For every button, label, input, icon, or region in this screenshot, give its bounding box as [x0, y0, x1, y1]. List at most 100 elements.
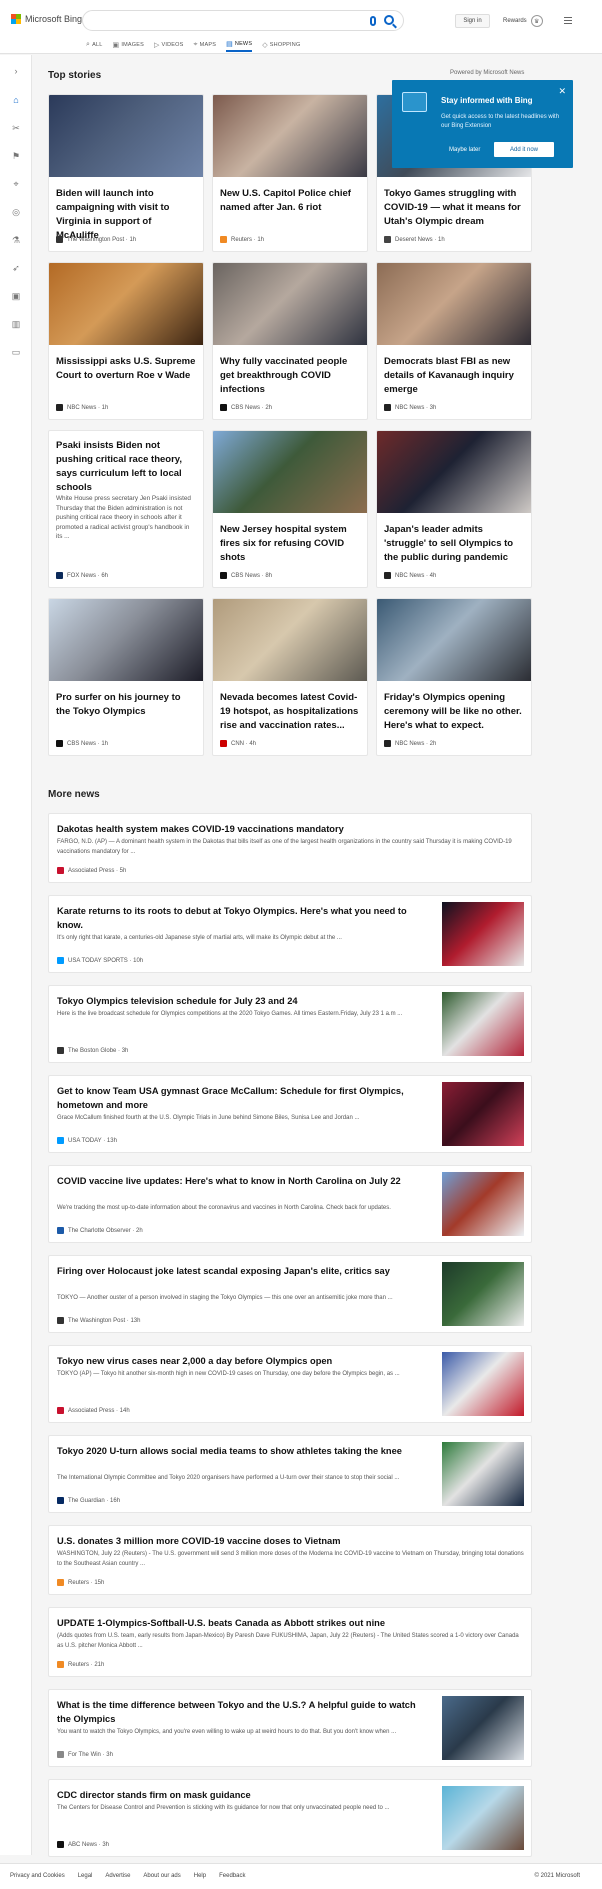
news-title[interactable]: Dakotas health system makes COVID-19 vac…: [57, 822, 525, 836]
news-item[interactable]: CDC director stands firm on mask guidanc…: [48, 1779, 532, 1857]
entertainment-icon[interactable]: ▣: [10, 290, 22, 302]
news-item[interactable]: Get to know Team USA gymnast Grace McCal…: [48, 1075, 532, 1153]
news-title[interactable]: CDC director stands firm on mask guidanc…: [57, 1788, 417, 1802]
help-link[interactable]: Help: [194, 1873, 206, 1879]
feedback-link[interactable]: Feedback: [219, 1873, 245, 1879]
news-thumbnail[interactable]: [442, 1352, 524, 1416]
story-card[interactable]: Democrats blast FBI as new details of Ka…: [376, 262, 532, 420]
news-title[interactable]: Firing over Holocaust joke latest scanda…: [57, 1264, 417, 1278]
news-item[interactable]: Karate returns to its roots to debut at …: [48, 895, 532, 973]
microphone-icon[interactable]: [370, 16, 376, 26]
news-thumbnail[interactable]: [442, 1262, 524, 1326]
story-title[interactable]: Friday's Olympics opening ceremony will …: [384, 691, 524, 733]
location-icon[interactable]: ⌖: [10, 178, 22, 190]
story-image[interactable]: [377, 431, 531, 513]
news-item[interactable]: UPDATE 1-Olympics-Softball-U.S. beats Ca…: [48, 1607, 532, 1677]
story-image[interactable]: [49, 95, 203, 177]
story-card[interactable]: Psaki insists Biden not pushing critical…: [48, 430, 204, 588]
home-icon[interactable]: ⌂: [10, 94, 22, 106]
news-item[interactable]: What is the time difference between Toky…: [48, 1689, 532, 1767]
story-title[interactable]: New U.S. Capitol Police chief named afte…: [220, 187, 360, 215]
news-item[interactable]: U.S. donates 3 million more COVID-19 vac…: [48, 1525, 532, 1595]
story-title[interactable]: Why fully vaccinated people get breakthr…: [220, 355, 360, 397]
story-image[interactable]: [377, 599, 531, 681]
story-title[interactable]: Pro surfer on his journey to the Tokyo O…: [56, 691, 196, 719]
sports-icon[interactable]: ✂: [10, 122, 22, 134]
news-thumbnail[interactable]: [442, 992, 524, 1056]
hamburger-menu-icon[interactable]: [564, 17, 572, 24]
story-image[interactable]: [213, 431, 367, 513]
news-item[interactable]: Dakotas health system makes COVID-19 vac…: [48, 813, 532, 883]
news-title[interactable]: Tokyo Olympics television schedule for J…: [57, 994, 417, 1008]
story-title[interactable]: Tokyo Games struggling with COVID-19 — w…: [384, 187, 524, 229]
globe-icon[interactable]: ◎: [10, 206, 22, 218]
tab-maps[interactable]: ⌖ MAPS: [194, 38, 217, 52]
story-image[interactable]: [49, 599, 203, 681]
rocket-icon[interactable]: ➶: [10, 262, 22, 274]
story-title[interactable]: Democrats blast FBI as new details of Ka…: [384, 355, 524, 397]
story-title[interactable]: Psaki insists Biden not pushing critical…: [56, 439, 196, 495]
story-title[interactable]: Mississippi asks U.S. Supreme Court to o…: [56, 355, 196, 383]
tab-images[interactable]: ▣ IMAGES: [113, 38, 144, 52]
news-thumbnail[interactable]: [442, 1786, 524, 1850]
news-item[interactable]: Tokyo new virus cases near 2,000 a day b…: [48, 1345, 532, 1423]
story-image[interactable]: [213, 95, 367, 177]
story-card[interactable]: Why fully vaccinated people get breakthr…: [212, 262, 368, 420]
search-input[interactable]: [82, 10, 404, 31]
rewards-button[interactable]: Rewards ♛: [503, 14, 543, 28]
news-thumbnail[interactable]: [442, 1442, 524, 1506]
expand-icon[interactable]: ›: [10, 65, 22, 77]
story-card[interactable]: Japan's leader admits 'struggle' to sell…: [376, 430, 532, 588]
search-icon[interactable]: [384, 15, 394, 25]
legal-link[interactable]: Legal: [78, 1873, 93, 1879]
story-title[interactable]: New Jersey hospital system fires six for…: [220, 523, 360, 565]
news-thumbnail[interactable]: [442, 1082, 524, 1146]
news-title[interactable]: UPDATE 1-Olympics-Softball-U.S. beats Ca…: [57, 1616, 525, 1630]
tab-videos[interactable]: ▷ VIDEOS: [154, 38, 184, 52]
story-card[interactable]: Friday's Olympics opening ceremony will …: [376, 598, 532, 756]
news-thumbnail[interactable]: [442, 902, 524, 966]
news-title[interactable]: Tokyo new virus cases near 2,000 a day b…: [57, 1354, 417, 1368]
tab-all[interactable]: ⌕ ALL: [86, 38, 103, 52]
news-title[interactable]: COVID vaccine live updates: Here's what …: [57, 1174, 417, 1188]
flag-icon[interactable]: ⚑: [10, 150, 22, 162]
news-title[interactable]: U.S. donates 3 million more COVID-19 vac…: [57, 1534, 525, 1548]
story-image[interactable]: [213, 263, 367, 345]
story-title[interactable]: Biden will launch into campaigning with …: [56, 187, 196, 243]
story-card[interactable]: New Jersey hospital system fires six for…: [212, 430, 368, 588]
news-item[interactable]: Tokyo 2020 U-turn allows social media te…: [48, 1435, 532, 1513]
story-card[interactable]: Mississippi asks U.S. Supreme Court to o…: [48, 262, 204, 420]
maybe-later-button[interactable]: Maybe later: [449, 147, 480, 153]
news-title[interactable]: Get to know Team USA gymnast Grace McCal…: [57, 1084, 417, 1112]
story-title[interactable]: Nevada becomes latest Covid-19 hotspot, …: [220, 691, 360, 733]
news-thumbnail[interactable]: [442, 1696, 524, 1760]
add-it-now-button[interactable]: Add it now: [494, 142, 554, 157]
news-item[interactable]: Tokyo Olympics television schedule for J…: [48, 985, 532, 1063]
news-title[interactable]: Karate returns to its roots to debut at …: [57, 904, 417, 932]
sign-in-button[interactable]: Sign in: [455, 14, 490, 28]
tab-shopping[interactable]: ◇ SHOPPING: [262, 38, 300, 52]
story-image[interactable]: [213, 599, 367, 681]
story-title[interactable]: Japan's leader admits 'struggle' to sell…: [384, 523, 524, 565]
news-title[interactable]: Tokyo 2020 U-turn allows social media te…: [57, 1444, 417, 1458]
privacy-link[interactable]: Privacy and Cookies: [10, 1873, 65, 1879]
advertise-link[interactable]: Advertise: [105, 1873, 130, 1879]
about-ads-link[interactable]: About our ads: [143, 1873, 180, 1879]
news-title[interactable]: What is the time difference between Toky…: [57, 1698, 417, 1726]
business-icon[interactable]: ▥: [10, 318, 22, 330]
money-icon[interactable]: ▭: [10, 346, 22, 358]
close-icon[interactable]: ✕: [558, 86, 566, 97]
tab-news[interactable]: ▤ NEWS: [226, 38, 253, 52]
news-thumbnail[interactable]: [442, 1172, 524, 1236]
story-card[interactable]: Pro surfer on his journey to the Tokyo O…: [48, 598, 204, 756]
news-item[interactable]: Firing over Holocaust joke latest scanda…: [48, 1255, 532, 1333]
story-card[interactable]: New U.S. Capitol Police chief named afte…: [212, 94, 368, 252]
story-card[interactable]: Biden will launch into campaigning with …: [48, 94, 204, 252]
story-image[interactable]: [49, 263, 203, 345]
bing-logo[interactable]: Microsoft Bing: [11, 14, 82, 24]
popup-title: Stay informed with Bing: [441, 96, 533, 105]
news-item[interactable]: COVID vaccine live updates: Here's what …: [48, 1165, 532, 1243]
story-card[interactable]: Nevada becomes latest Covid-19 hotspot, …: [212, 598, 368, 756]
story-image[interactable]: [377, 263, 531, 345]
science-icon[interactable]: ⚗: [10, 234, 22, 246]
